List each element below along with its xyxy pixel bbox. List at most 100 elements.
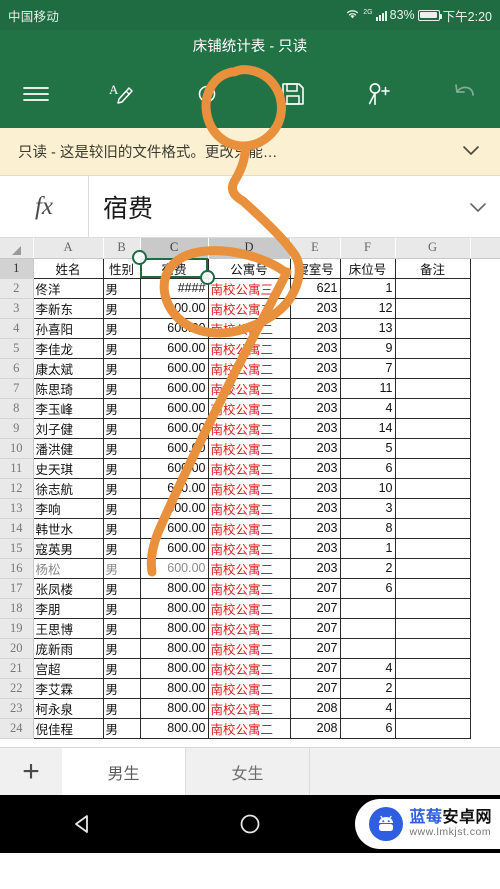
- cell-bed[interactable]: 6: [339, 577, 396, 599]
- table-row[interactable]: 21 宫超男 800.00 南校公寓二 207 4: [0, 657, 500, 679]
- table-row[interactable]: 1 姓名 性别 宿费 公寓号 寝室号 床位号 备注: [0, 257, 500, 279]
- cell-apartment[interactable]: 南校公寓二: [207, 557, 291, 579]
- cell-fee[interactable]: 600.00: [139, 397, 209, 419]
- cell-bed[interactable]: 3: [339, 497, 396, 519]
- cell-bed[interactable]: [339, 597, 396, 619]
- cell-name[interactable]: 李艾霖: [32, 677, 104, 699]
- cell-bed[interactable]: 9: [339, 337, 396, 359]
- header-cell[interactable]: 公寓号: [207, 257, 291, 279]
- cell-gender[interactable]: 男: [102, 537, 141, 559]
- selection-handle-end[interactable]: [200, 270, 215, 285]
- cell-gender[interactable]: 男: [102, 517, 141, 539]
- cell-room[interactable]: 203: [289, 317, 341, 339]
- cell-bed[interactable]: 6: [339, 457, 396, 479]
- android-nav-bar[interactable]: 蓝莓安卓网 www.lmkjst.com: [0, 795, 500, 853]
- cell-note[interactable]: [394, 437, 471, 459]
- cell-apartment[interactable]: 南校公寓二: [207, 337, 291, 359]
- cell-bed[interactable]: [339, 637, 396, 659]
- cell-apartment[interactable]: 南校公寓二: [207, 717, 291, 739]
- cell-room[interactable]: 203: [289, 437, 341, 459]
- chevron-down-icon[interactable]: [460, 143, 482, 161]
- cell-note[interactable]: [394, 637, 471, 659]
- row-header[interactable]: 4: [0, 318, 34, 339]
- cell-gender[interactable]: 男: [102, 417, 141, 439]
- cell-gender[interactable]: 男: [102, 677, 141, 699]
- cell-fee[interactable]: 600.00: [139, 517, 209, 539]
- cell-gender[interactable]: 男: [102, 277, 141, 299]
- cell-name[interactable]: 张凤楼: [32, 577, 104, 599]
- cell-gender[interactable]: 男: [102, 597, 141, 619]
- cell-note[interactable]: [394, 557, 471, 579]
- cell-room[interactable]: 203: [289, 557, 341, 579]
- cell-gender[interactable]: 男: [102, 377, 141, 399]
- cell-name[interactable]: 潘洪健: [32, 437, 104, 459]
- cell-apartment[interactable]: 南校公寓二: [207, 377, 291, 399]
- cell-fee[interactable]: 600.00: [139, 337, 209, 359]
- cell-gender[interactable]: 男: [102, 297, 141, 319]
- cell-gender[interactable]: 男: [102, 497, 141, 519]
- cell-apartment[interactable]: 南校公寓二: [207, 457, 291, 479]
- header-cell[interactable]: 宿费: [139, 257, 209, 279]
- cell-room[interactable]: 208: [289, 717, 341, 739]
- row-header[interactable]: 20: [0, 638, 34, 659]
- cell-gender[interactable]: 男: [102, 437, 141, 459]
- cell-apartment[interactable]: 南校公寓二: [207, 697, 291, 719]
- cell-gender[interactable]: 男: [102, 577, 141, 599]
- cell-note[interactable]: [394, 457, 471, 479]
- cell-bed[interactable]: 1: [339, 277, 396, 299]
- back-triangle-icon[interactable]: [71, 812, 95, 836]
- cell-room[interactable]: 203: [289, 537, 341, 559]
- cell-apartment[interactable]: 南校公寓二: [207, 297, 291, 319]
- cell-name[interactable]: 庞新雨: [32, 637, 104, 659]
- cell-gender[interactable]: 男: [102, 457, 141, 479]
- cell-note[interactable]: [394, 337, 471, 359]
- row-header[interactable]: 9: [0, 418, 34, 439]
- cell-note[interactable]: [394, 657, 471, 679]
- table-row[interactable]: 6 康太斌男 600.00 南校公寓二 203 7: [0, 357, 500, 379]
- cell-name[interactable]: 刘子健: [32, 417, 104, 439]
- select-all-corner[interactable]: [0, 238, 34, 259]
- formula-expand-chevron-down-icon[interactable]: [456, 201, 500, 213]
- row-header[interactable]: 7: [0, 378, 34, 399]
- row-header[interactable]: 24: [0, 718, 34, 739]
- row-header[interactable]: 16: [0, 558, 34, 579]
- row-header[interactable]: 2: [0, 278, 34, 299]
- cell-bed[interactable]: 2: [339, 557, 396, 579]
- spreadsheet-grid[interactable]: A B C D E F G 1 姓名 性别 宿费 公寓号 寝室号 床位号 备注 2 佟洋男 ####…: [0, 238, 500, 747]
- cell-gender[interactable]: 男: [102, 317, 141, 339]
- readonly-banner[interactable]: 只读 - 这是较旧的文件格式。更改只能…: [0, 128, 500, 176]
- cell-note[interactable]: [394, 697, 471, 719]
- cell-name[interactable]: 李佳龙: [32, 337, 104, 359]
- cell-bed[interactable]: 4: [339, 397, 396, 419]
- cell-note[interactable]: [394, 677, 471, 699]
- cell-bed[interactable]: [339, 617, 396, 639]
- table-row[interactable]: 7 陈思琦男 600.00 南校公寓二 203 11: [0, 377, 500, 399]
- cell-fee[interactable]: 800.00: [139, 597, 209, 619]
- table-row[interactable]: 13 李响男 600.00 南校公寓二 203 3: [0, 497, 500, 519]
- circle-icon[interactable]: [185, 72, 229, 116]
- formula-input[interactable]: 宿费: [88, 176, 456, 237]
- save-icon[interactable]: [271, 72, 315, 116]
- row-header[interactable]: 15: [0, 538, 34, 559]
- cell-room[interactable]: 621: [289, 277, 341, 299]
- table-row[interactable]: 14 韩世水男 600.00 南校公寓二 203 8: [0, 517, 500, 539]
- cell-apartment[interactable]: 南校公寓二: [207, 517, 291, 539]
- cell-note[interactable]: [394, 397, 471, 419]
- column-header-E[interactable]: E: [290, 238, 341, 259]
- cell-apartment[interactable]: 南校公寓二: [207, 537, 291, 559]
- cell-name[interactable]: 杨松: [32, 557, 104, 579]
- header-cell[interactable]: 床位号: [339, 257, 396, 279]
- cell-name[interactable]: 陈思琦: [32, 377, 104, 399]
- cell-room[interactable]: 208: [289, 697, 341, 719]
- cell-apartment[interactable]: 南校公寓三: [207, 277, 291, 299]
- grid-table[interactable]: A B C D E F G 1 姓名 性别 宿费 公寓号 寝室号 床位号 备注 2 佟洋男 ####…: [0, 238, 500, 739]
- cell-bed[interactable]: 4: [339, 697, 396, 719]
- column-header-D[interactable]: D: [208, 238, 291, 259]
- table-row[interactable]: 24 倪佳程男 800.00 南校公寓二 208 6: [0, 717, 500, 739]
- cell-note[interactable]: [394, 717, 471, 739]
- cell-room[interactable]: 207: [289, 577, 341, 599]
- cell-name[interactable]: 康太斌: [32, 357, 104, 379]
- cell-note[interactable]: [394, 297, 471, 319]
- table-row[interactable]: 11 史天琪男 600.00 南校公寓二 203 6: [0, 457, 500, 479]
- cell-apartment[interactable]: 南校公寓二: [207, 397, 291, 419]
